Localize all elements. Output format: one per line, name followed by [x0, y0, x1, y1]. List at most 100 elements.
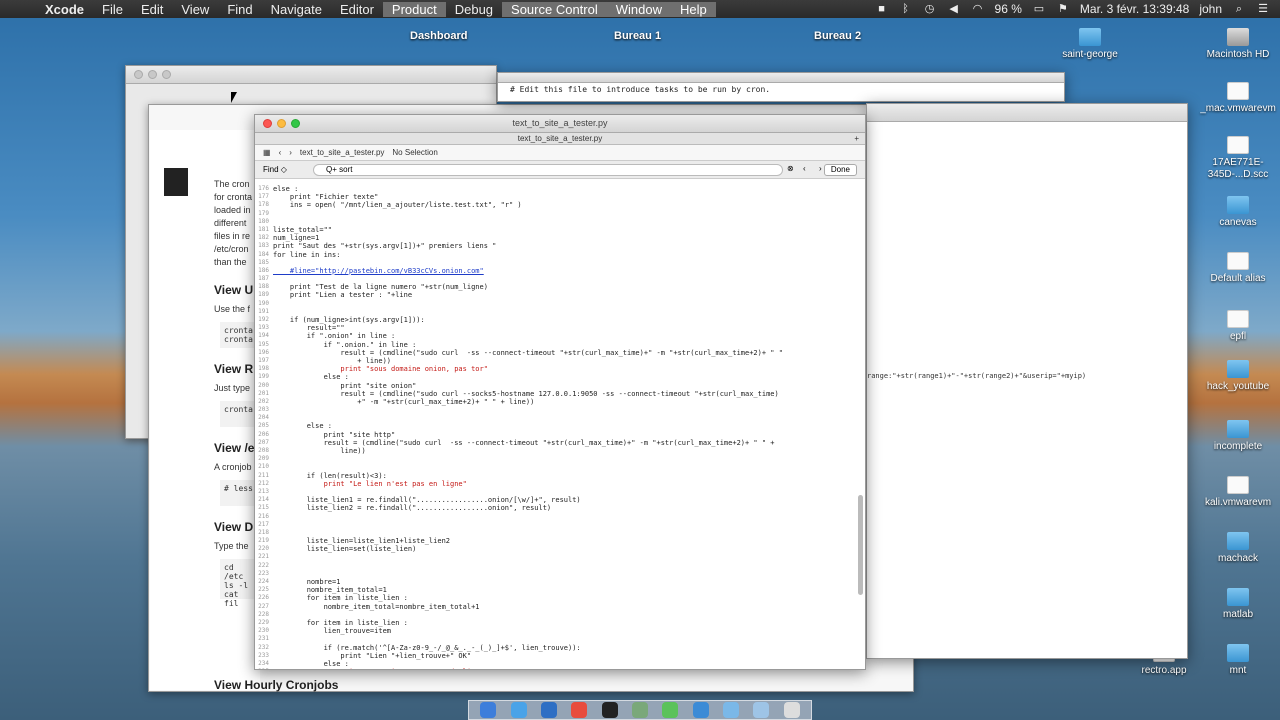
code-line[interactable]: 203	[255, 406, 865, 414]
code-line[interactable]: 195 if ".onion." in line :	[255, 341, 865, 349]
time-machine-icon[interactable]: ◷	[923, 3, 937, 15]
find-input[interactable]: Q+ sort	[313, 164, 783, 176]
battery-icon[interactable]: ▭	[1032, 3, 1046, 15]
desktop-icon-machack[interactable]: machack	[1188, 532, 1280, 565]
space-bureau-1[interactable]: Bureau 1	[614, 30, 661, 42]
xcode-editor-window[interactable]: text_to_site_a_tester.py text_to_site_a_…	[254, 114, 866, 670]
code-line[interactable]: 183 print "Saut des "+str(sys.argv[1])+" …	[255, 242, 865, 250]
code-text[interactable]: print "site http"	[273, 431, 396, 439]
menu-source-control[interactable]: Source Control	[502, 1, 607, 17]
code-line[interactable]: 208 line))	[255, 447, 865, 455]
code-text[interactable]: print "Test de la ligne numero "+str(num…	[273, 283, 488, 291]
cron-editor-window[interactable]: # Edit this file to introduce tasks to b…	[497, 72, 1065, 102]
background-window-titlebar[interactable]	[126, 66, 496, 84]
code-text[interactable]: print "sous domaine onion, pas tor"	[273, 365, 488, 373]
code-line[interactable]: 193 result=""	[255, 324, 865, 332]
code-line[interactable]: 205 else :	[255, 422, 865, 430]
xcode-titlebar[interactable]: text_to_site_a_tester.py	[255, 115, 865, 133]
code-line[interactable]: 184 for line in ins:	[255, 251, 865, 259]
code-line[interactable]: 229 for item in liste_lien :	[255, 619, 865, 627]
code-line[interactable]: 200 print "site onion"	[255, 382, 865, 390]
code-line[interactable]: 224 nombre=1	[255, 578, 865, 586]
code-text[interactable]: print "site onion"	[273, 382, 416, 390]
code-line[interactable]: 223	[255, 570, 865, 578]
menu-product[interactable]: Product	[382, 1, 446, 17]
menu-debug[interactable]: Debug	[446, 2, 502, 17]
space-dashboard[interactable]: Dashboard	[410, 30, 467, 42]
wifi-icon[interactable]: ◠	[971, 3, 985, 15]
code-text[interactable]: if ".onion." in line :	[273, 341, 417, 349]
code-text[interactable]: print "Saut des "+str(sys.argv[1])+" pre…	[273, 242, 496, 250]
menu-navigate[interactable]: Navigate	[262, 2, 331, 17]
menubar-user[interactable]: john	[1199, 2, 1222, 16]
trash-dock-icon[interactable]	[783, 702, 800, 718]
desktop-icon-saint-george[interactable]: saint-george	[1040, 28, 1140, 61]
desktop-icon-macintosh-hd[interactable]: Macintosh HD	[1188, 28, 1280, 61]
source-editor[interactable]: 176 else :177 print "Fichier texte" 178 in…	[255, 185, 865, 669]
terminal-window[interactable]: range:"+str(range1)+"-"+str(range2)+"&us…	[866, 103, 1188, 659]
code-line[interactable]: 222	[255, 562, 865, 570]
code-line[interactable]: 219 liste_lien=liste_lien1+liste_lien2	[255, 537, 865, 545]
code-line[interactable]: 177 print "Fichier texte"	[255, 193, 865, 201]
space-bureau-2[interactable]: Bureau 2	[814, 30, 861, 42]
code-text[interactable]: print "Lien a tester : "+line	[273, 291, 412, 299]
menu-app[interactable]: Xcode	[36, 2, 93, 17]
code-text[interactable]: result = (cmdline("sudo curl -ss --conne…	[273, 439, 775, 447]
minimize-icon[interactable]	[148, 70, 157, 79]
menubar-datetime[interactable]: Mar. 3 févr. 13:39:48	[1080, 2, 1189, 16]
code-text[interactable]: print "Mauvaise structure de lien"	[273, 668, 483, 669]
code-line[interactable]: 198 print "sous domaine onion, pas tor"	[255, 365, 865, 373]
code-text[interactable]: #line="http://pastebin.com/vB33cCVs.onio…	[273, 267, 484, 275]
notification-center-icon[interactable]: ☰	[1256, 3, 1270, 15]
vertical-scrollbar[interactable]	[858, 495, 863, 595]
code-text[interactable]: num_ligne=1	[273, 234, 319, 242]
menu-window[interactable]: Window	[606, 1, 671, 17]
downloads-dock-icon[interactable]	[753, 702, 770, 718]
code-text[interactable]: for item in liste_lien :	[273, 594, 408, 602]
code-line[interactable]: 201 result = (cmdline("sudo curl --socks…	[255, 390, 865, 398]
code-line[interactable]: 231	[255, 635, 865, 643]
code-line[interactable]: 215 liste_lien2 = re.findall("..........…	[255, 504, 865, 512]
code-line[interactable]: 186 #line="http://pastebin.com/vB33cCVs.…	[255, 267, 865, 275]
cron-comment-line[interactable]: # Edit this file to introduce tasks to b…	[498, 83, 1064, 96]
code-text[interactable]: if ".onion" in line :	[273, 332, 396, 340]
code-line[interactable]: 210	[255, 463, 865, 471]
code-line[interactable]: 233 print "Lien "+lien_trouve+" OK"	[255, 652, 865, 660]
code-line[interactable]: 179	[255, 210, 865, 218]
code-line[interactable]: 190	[255, 300, 865, 308]
finder-dock-icon[interactable]	[480, 702, 497, 718]
close-icon[interactable]	[134, 70, 143, 79]
code-line[interactable]: 221	[255, 553, 865, 561]
code-line[interactable]: 180	[255, 218, 865, 226]
menu-find[interactable]: Find	[218, 2, 261, 17]
code-text[interactable]: liste_total=""	[273, 226, 332, 234]
code-text[interactable]: else :	[273, 422, 332, 430]
code-line[interactable]: 196 result = (cmdline("sudo curl -ss --c…	[255, 349, 865, 357]
find-mode-select[interactable]: Find ◇	[263, 165, 287, 174]
next-match-icon[interactable]: ›	[819, 164, 822, 173]
back-arrow-icon[interactable]: ‹	[279, 148, 282, 157]
desktop-icon-incomplete[interactable]: incomplete	[1188, 420, 1280, 453]
code-line[interactable]: 216	[255, 513, 865, 521]
code-line[interactable]: 194 if ".onion" in line :	[255, 332, 865, 340]
desktop-icon-matlab[interactable]: matlab	[1188, 588, 1280, 621]
code-line[interactable]: 181 liste_total=""	[255, 226, 865, 234]
code-line[interactable]: 206 print "site http"	[255, 431, 865, 439]
xcode-dock-icon[interactable]	[540, 702, 557, 718]
code-text[interactable]: result = (cmdline("sudo curl -ss --conne…	[273, 349, 783, 357]
code-text[interactable]: else :	[273, 660, 349, 668]
code-text[interactable]: if (re.match('^[A-Za-z0-9_-/_@_&_._-_(_)…	[273, 644, 581, 652]
code-text[interactable]: +" -m "+str(curl_max_time+2)+ " " + line…	[273, 398, 534, 406]
code-line[interactable]: 199 else :	[255, 373, 865, 381]
bluetooth-icon[interactable]: ᛒ	[899, 3, 913, 15]
code-text[interactable]: result = (cmdline("sudo curl --socks5-ho…	[273, 390, 778, 398]
code-line[interactable]: 235 print "Mauvaise structure de lien"	[255, 668, 865, 669]
app-store-dock-icon[interactable]	[510, 702, 527, 718]
code-text[interactable]: print "Fichier texte"	[273, 193, 379, 201]
code-line[interactable]: 225 nombre_item_total=1	[255, 586, 865, 594]
editor-tab[interactable]: text_to_site_a_tester.py +	[255, 133, 865, 145]
code-text[interactable]: lien_trouve=item	[273, 627, 391, 635]
code-text[interactable]: if (len(result)<3):	[273, 472, 387, 480]
code-line[interactable]: 187	[255, 275, 865, 283]
code-line[interactable]: 214 liste_lien1 = re.findall("..........…	[255, 496, 865, 504]
